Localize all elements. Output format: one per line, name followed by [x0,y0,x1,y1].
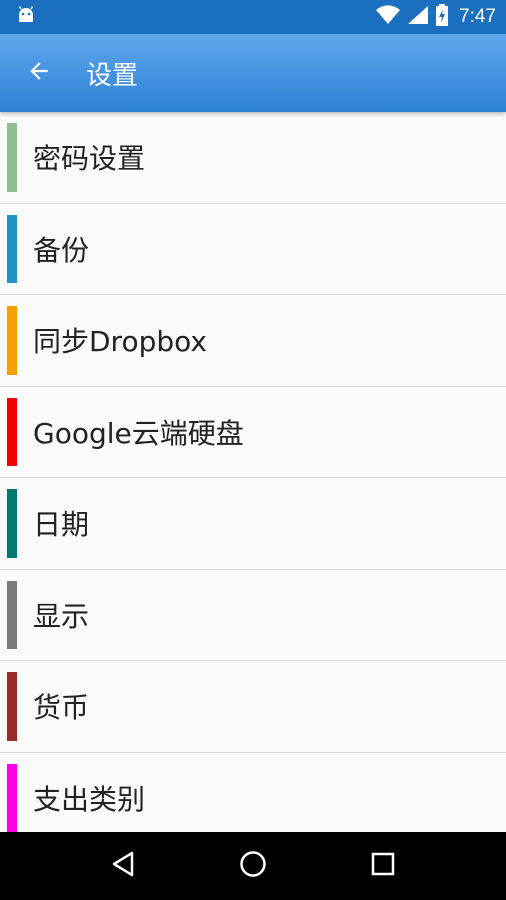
settings-item-date[interactable]: 日期 [0,478,506,570]
color-indicator [7,397,17,466]
status-time: 7:47 [459,6,496,27]
color-indicator [7,672,17,741]
app-bar: 设置 [0,34,506,112]
settings-item-label: 密码设置 [33,142,146,176]
page-title: 设置 [86,60,139,91]
color-indicator [7,123,17,192]
settings-item-backup[interactable]: 备份 [0,204,506,295]
settings-list: 密码设置 备份 同步Dropbox Google云端硬盘 日期 显示 货币 支出… [0,112,506,832]
nav-recents-button[interactable] [353,836,413,896]
recents-square-icon [370,851,396,881]
battery-charging-icon [435,4,449,30]
settings-item-google-drive[interactable]: Google云端硬盘 [0,387,506,478]
status-bar: 7:47 [0,0,506,34]
screen: 7:47 设置 密码设置 备份 同步Dropbox Google云端硬盘 日期 … [0,0,506,900]
back-button[interactable] [0,34,78,112]
signal-icon [407,5,429,29]
arrow-left-icon [26,58,52,88]
color-indicator [7,306,17,375]
settings-item-expense-category[interactable]: 支出类别 [0,753,506,832]
color-indicator [7,763,17,832]
settings-item-label: 货币 [33,691,90,725]
settings-item-dropbox[interactable]: 同步Dropbox [0,295,506,387]
status-right: 7:47 [375,4,496,30]
wifi-icon [375,5,401,29]
nav-home-button[interactable] [223,836,283,896]
settings-item-label: 日期 [33,508,90,542]
color-indicator [7,214,17,283]
settings-item-label: 同步Dropbox [33,325,207,359]
home-circle-icon [239,850,267,882]
status-left [16,5,36,29]
settings-item-currency[interactable]: 货币 [0,661,506,753]
color-indicator [7,489,17,558]
settings-item-password[interactable]: 密码设置 [0,112,506,204]
android-icon [16,5,36,29]
settings-item-label: Google云端硬盘 [33,416,244,450]
nav-back-button[interactable] [93,836,153,896]
settings-item-label: 显示 [33,599,90,633]
settings-item-display[interactable]: 显示 [0,570,506,661]
color-indicator [7,580,17,649]
settings-item-label: 备份 [33,233,90,267]
settings-item-label: 支出类别 [33,782,146,816]
back-triangle-icon [110,850,136,882]
nav-bar [0,832,506,900]
